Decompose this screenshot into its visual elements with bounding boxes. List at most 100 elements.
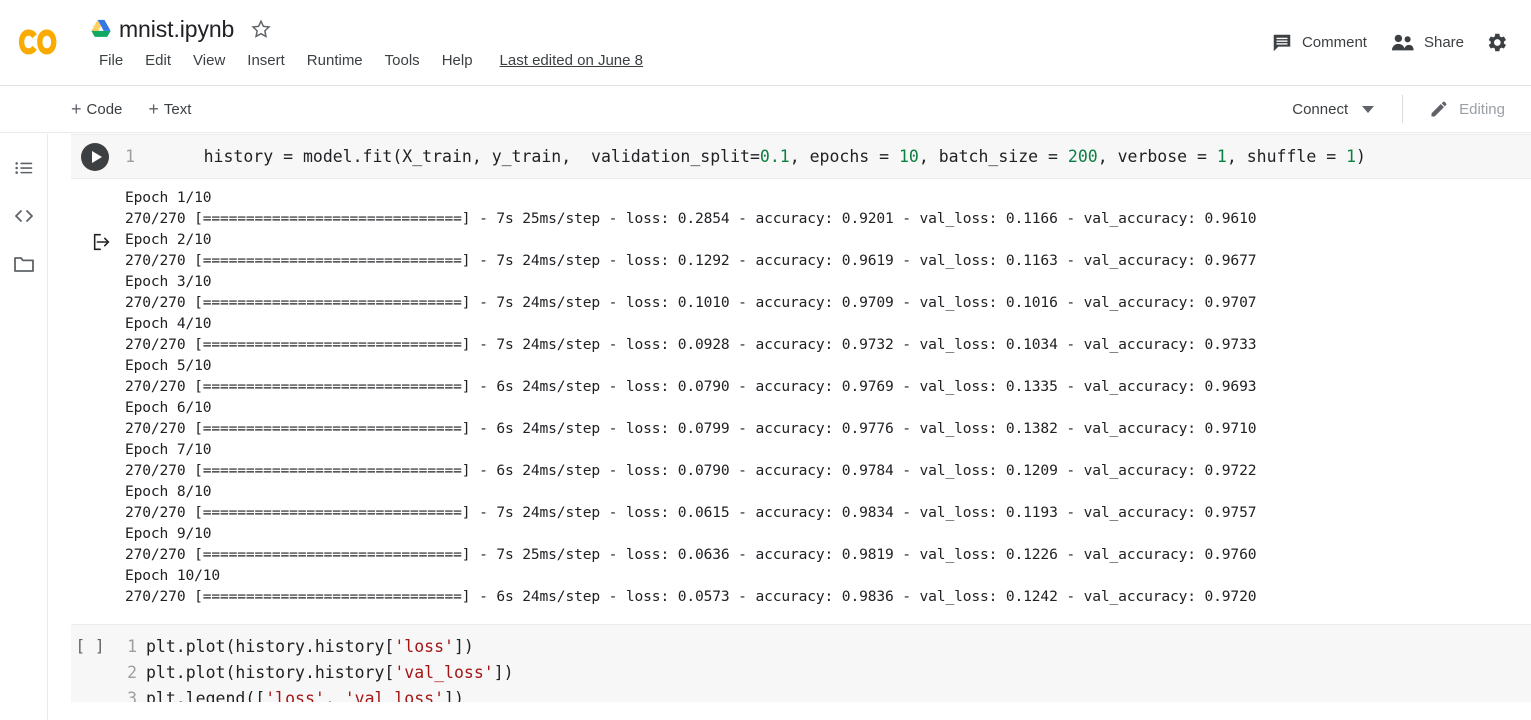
output-line: Epoch 4/10 [125, 315, 212, 332]
sidebar-item-code-snippets[interactable] [0, 192, 48, 240]
notebook-scroll-area[interactable]: 1 history = model.fit(X_train, y_train, … [48, 134, 1531, 720]
code-token: , epochs = [789, 147, 899, 166]
comment-button[interactable]: Comment [1259, 25, 1379, 61]
training-log-text: Epoch 1/10 270/270 [====================… [125, 187, 1531, 607]
gear-icon [1488, 33, 1506, 52]
pencil-icon [1431, 101, 1447, 117]
code-token: plt.plot(history.history[ [146, 663, 395, 682]
output-line: 270/270 [==============================]… [125, 210, 1257, 227]
output-arrow-icon [93, 233, 110, 251]
code-cell-2[interactable]: [ ] 1 plt.plot(history.history['loss']) … [71, 624, 1531, 702]
settings-button[interactable] [1476, 22, 1517, 63]
editing-mode-button[interactable]: Editing [1419, 93, 1515, 125]
document-title[interactable]: mnist.ipynb [119, 16, 234, 43]
output-line: 270/270 [==============================]… [125, 252, 1257, 269]
plus-icon: + [71, 99, 82, 119]
menu-edit[interactable]: Edit [134, 50, 182, 71]
code-token: , [324, 689, 345, 702]
code-token: plt.legend([ [146, 689, 266, 702]
menu-bar: File Edit View Insert Runtime Tools Help… [88, 50, 643, 71]
code-line-source: plt.plot(history.history['loss']) [146, 634, 474, 660]
code-line-source: plt.legend(['loss', 'val_loss']) [146, 686, 464, 702]
code-token-number: 0.1 [759, 147, 790, 166]
line-number: 1 [125, 147, 135, 166]
code-line-source: plt.plot(history.history['val_loss']) [146, 660, 514, 686]
code-cell-1-source[interactable]: history = model.fit(X_train, y_train, va… [144, 134, 1366, 185]
output-line: Epoch 1/10 [125, 189, 212, 206]
output-line: Epoch 2/10 [125, 231, 212, 248]
add-text-label: Text [163, 100, 192, 118]
left-sidebar [0, 134, 48, 720]
share-label: Share [1423, 34, 1464, 51]
colab-logo [18, 18, 66, 66]
code-token-number: 1 [1216, 147, 1227, 166]
code-token-string: 'val_loss' [394, 663, 494, 682]
output-line: Epoch 7/10 [125, 441, 212, 458]
plus-icon: + [148, 99, 159, 119]
code-token: , shuffle = [1226, 147, 1347, 166]
code-token: , batch_size = [918, 147, 1068, 166]
output-line: Epoch 3/10 [125, 273, 212, 290]
output-line: 270/270 [==============================]… [125, 378, 1257, 395]
code-token: history = model.fit(X_train, y_train, va… [203, 147, 760, 166]
output-line: 270/270 [==============================]… [125, 294, 1257, 311]
code-line: 3 plt.legend(['loss', 'val_loss']) [113, 686, 514, 702]
code-token: ]) [453, 637, 474, 656]
toolbar-right-group: Connect Editing [1280, 86, 1515, 132]
menu-tools[interactable]: Tools [374, 50, 431, 71]
sidebar-item-files[interactable] [0, 240, 48, 288]
output-line: Epoch 6/10 [125, 399, 212, 416]
connect-label: Connect [1292, 100, 1349, 118]
code-cell-1[interactable]: 1 history = model.fit(X_train, y_train, … [71, 134, 1531, 179]
output-line: 270/270 [==============================]… [125, 504, 1257, 521]
code-token-string: 'loss' [394, 637, 454, 656]
code-line: 1 plt.plot(history.history['loss']) [113, 634, 514, 660]
code-token-string: 'val_loss' [344, 689, 445, 702]
code-token: , verbose = [1097, 147, 1217, 166]
run-cell-button[interactable] [81, 142, 109, 171]
output-line: Epoch 9/10 [125, 525, 212, 542]
code-line: 2 plt.plot(history.history['val_loss']) [113, 660, 514, 686]
code-token-number: 1 [1346, 147, 1357, 166]
code-token: plt.plot(history.history[ [146, 637, 395, 656]
code-brackets-icon [15, 210, 33, 222]
list-icon [15, 162, 33, 174]
code-token-number: 200 [1067, 147, 1098, 166]
document-title-row: mnist.ipynb [90, 12, 272, 46]
add-text-cell-button[interactable]: + Text [139, 95, 200, 123]
comment-label: Comment [1301, 34, 1367, 51]
output-line: Epoch 8/10 [125, 483, 212, 500]
sidebar-item-table-of-contents[interactable] [0, 144, 48, 192]
code-token-string: 'loss' [265, 689, 325, 702]
menu-insert[interactable]: Insert [236, 50, 296, 71]
notebook-toolbar: + Code + Text Connect Editing [0, 86, 1531, 133]
menu-file[interactable]: File [88, 50, 134, 71]
connect-button[interactable]: Connect [1280, 95, 1386, 124]
share-button[interactable]: Share [1379, 25, 1476, 61]
line-number: 3 [127, 689, 137, 702]
editing-label: Editing [1459, 100, 1505, 118]
cell-status-bracket[interactable]: [ ] [71, 634, 113, 655]
output-line: 270/270 [==============================]… [125, 588, 1257, 605]
code-cell-2-source[interactable]: 1 plt.plot(history.history['loss']) 2 pl… [113, 634, 514, 702]
add-code-cell-button[interactable]: + Code [62, 95, 131, 123]
output-line: 270/270 [==============================]… [125, 336, 1257, 353]
play-icon [91, 150, 102, 163]
code-token: ) [1356, 147, 1366, 166]
menu-help[interactable]: Help [431, 50, 484, 71]
toolbar-divider [1402, 95, 1404, 123]
line-number: 2 [127, 663, 137, 682]
star-icon[interactable] [250, 18, 272, 40]
last-edited-link[interactable]: Last edited on June 8 [500, 52, 643, 69]
app-header: mnist.ipynb File Edit View Insert Runtim… [0, 0, 1531, 86]
toolbar-left-group: + Code + Text [62, 86, 200, 132]
output-line: 270/270 [==============================]… [125, 462, 1257, 479]
menu-runtime[interactable]: Runtime [296, 50, 374, 71]
chevron-down-icon [1362, 105, 1375, 113]
code-token-number: 10 [899, 147, 919, 166]
menu-view[interactable]: View [182, 50, 236, 71]
drive-icon [91, 19, 111, 37]
output-line: Epoch 5/10 [125, 357, 212, 374]
code-token: ]) [444, 689, 464, 702]
output-line: 270/270 [==============================]… [125, 546, 1257, 563]
